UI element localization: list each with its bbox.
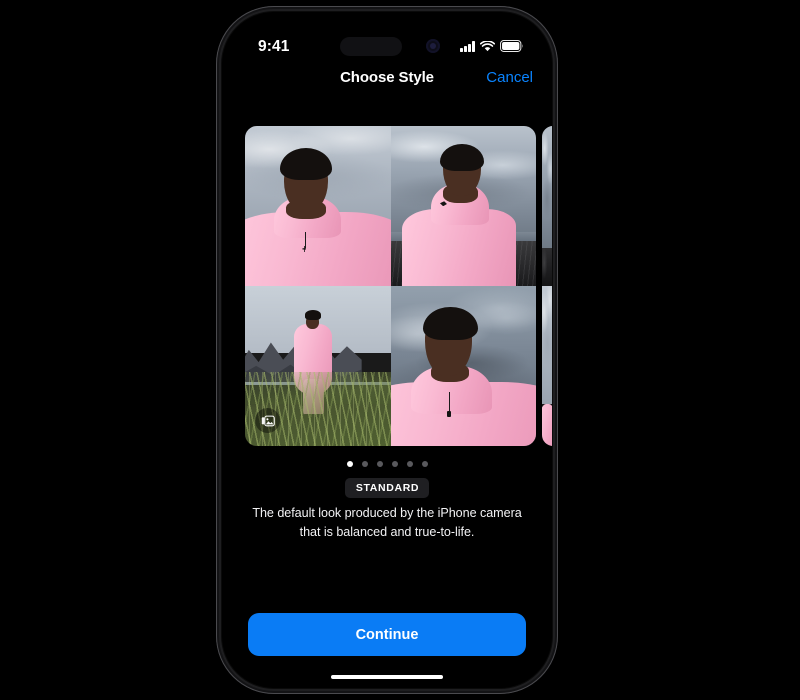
photo-stack-glyph — [261, 415, 275, 426]
continue-button[interactable]: Continue — [248, 613, 526, 656]
battery-icon — [500, 40, 524, 52]
screenshot-canvas: 9:41 Choose Style Cancel STANDARD The de… — [0, 0, 800, 700]
sky — [542, 286, 552, 405]
page-dot-4[interactable] — [391, 461, 398, 467]
page-dot-6[interactable] — [421, 461, 428, 467]
navigation-bar: Choose Style Cancel — [222, 64, 552, 98]
wifi-icon — [480, 41, 495, 52]
camera-lens-glint — [430, 43, 436, 49]
cellular-signal-icon — [460, 41, 475, 52]
preview-photo-top-left — [245, 126, 391, 286]
person-hair — [304, 310, 321, 320]
phone-screen: 9:41 Choose Style Cancel STANDARD The de… — [222, 12, 552, 688]
preview-photo-top-right — [390, 126, 536, 286]
photo-stack-icon[interactable] — [255, 408, 280, 433]
style-name-badge: STANDARD — [344, 478, 430, 498]
front-camera-dot — [426, 39, 440, 53]
page-dot-2[interactable] — [361, 461, 368, 467]
dynamic-island — [340, 37, 402, 56]
style-preview-carousel[interactable] — [222, 126, 552, 446]
person-hair — [279, 148, 333, 181]
cancel-button[interactable]: Cancel — [486, 69, 533, 86]
ground — [542, 247, 552, 286]
page-dot-5[interactable] — [406, 461, 413, 467]
style-preview-card[interactable] — [245, 126, 536, 446]
next-style-preview-card[interactable] — [542, 126, 552, 446]
style-badge-row: STANDARD — [222, 478, 552, 498]
phone-device-frame: 9:41 Choose Style Cancel STANDARD The de… — [216, 6, 558, 694]
preview-photo-bottom-left — [245, 286, 391, 446]
page-dot-3[interactable] — [376, 461, 383, 467]
style-description: The default look produced by the iPhone … — [252, 506, 522, 539]
photo-grid — [245, 126, 536, 446]
person-jacket — [542, 404, 552, 446]
status-bar-icons — [460, 38, 524, 52]
sky — [542, 126, 552, 251]
pendant — [446, 410, 451, 417]
next-photo-bottom-left — [542, 286, 552, 446]
status-bar-time: 9:41 — [258, 38, 290, 55]
photo-grid-next — [542, 126, 552, 446]
status-bar: 9:41 — [222, 12, 552, 60]
page-indicator-dots[interactable] — [222, 458, 552, 470]
page-dot-1[interactable] — [346, 461, 353, 467]
next-photo-top-left — [542, 126, 552, 286]
home-indicator[interactable] — [331, 674, 443, 679]
necklace-cord — [304, 231, 306, 248]
preview-photo-bottom-right — [390, 286, 536, 446]
necklace-cord — [448, 391, 451, 411]
